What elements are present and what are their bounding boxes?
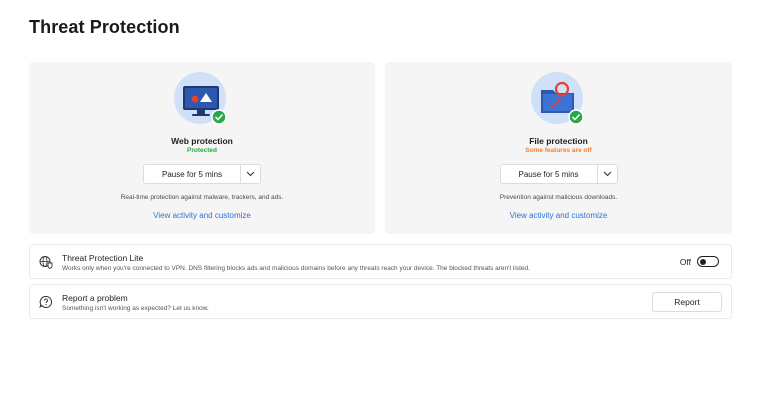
file-pause-control: Pause for 5 mins xyxy=(499,164,618,184)
web-pause-dropdown[interactable] xyxy=(240,165,260,183)
question-bubble-icon xyxy=(39,295,53,309)
page-title: Threat Protection xyxy=(29,17,180,37)
threat-protection-lite-toggle-label: Off xyxy=(679,257,691,267)
threat-protection-lite-description: Works only when you're connected to VPN.… xyxy=(62,265,530,272)
threat-protection-lite-row: Threat Protection Lite Works only when y… xyxy=(29,244,732,279)
web-protection-title: Web protection xyxy=(171,136,233,146)
web-pause-button[interactable]: Pause for 5 mins xyxy=(144,165,240,183)
report-problem-title: Report a problem xyxy=(62,293,128,303)
globe-shield-icon xyxy=(39,255,53,270)
file-view-activity-link[interactable]: View activity and customize xyxy=(385,211,732,220)
web-protection-status: Protected xyxy=(187,147,217,154)
file-protection-title: File protection xyxy=(529,136,588,146)
file-protection-description: Prevention against malicious downloads. xyxy=(499,194,618,201)
chevron-down-icon xyxy=(246,171,255,177)
folder-shield-icon xyxy=(530,72,587,128)
web-pause-control: Pause for 5 mins xyxy=(143,164,261,184)
file-protection-status: Some features are off xyxy=(525,147,592,154)
file-pause-dropdown[interactable] xyxy=(596,165,617,183)
threat-protection-lite-toggle[interactable] xyxy=(697,256,719,267)
toggle-knob xyxy=(700,258,706,265)
web-protection-description: Real-time protection against malware, tr… xyxy=(120,194,284,201)
report-button[interactable]: Report xyxy=(652,292,722,312)
file-pause-button[interactable]: Pause for 5 mins xyxy=(500,165,597,183)
report-problem-description: Something isn't working as expected? Let… xyxy=(62,305,209,312)
threat-protection-lite-title: Threat Protection Lite xyxy=(62,253,144,263)
file-protection-card: File protection Some features are off Pa… xyxy=(385,62,732,234)
report-problem-row: Report a problem Something isn't working… xyxy=(29,284,732,319)
chevron-down-icon xyxy=(603,171,611,177)
web-protection-card: Web protection Protected Pause for 5 min… xyxy=(29,62,375,234)
monitor-shield-icon xyxy=(174,72,230,128)
web-view-activity-link[interactable]: View activity and customize xyxy=(29,211,375,220)
